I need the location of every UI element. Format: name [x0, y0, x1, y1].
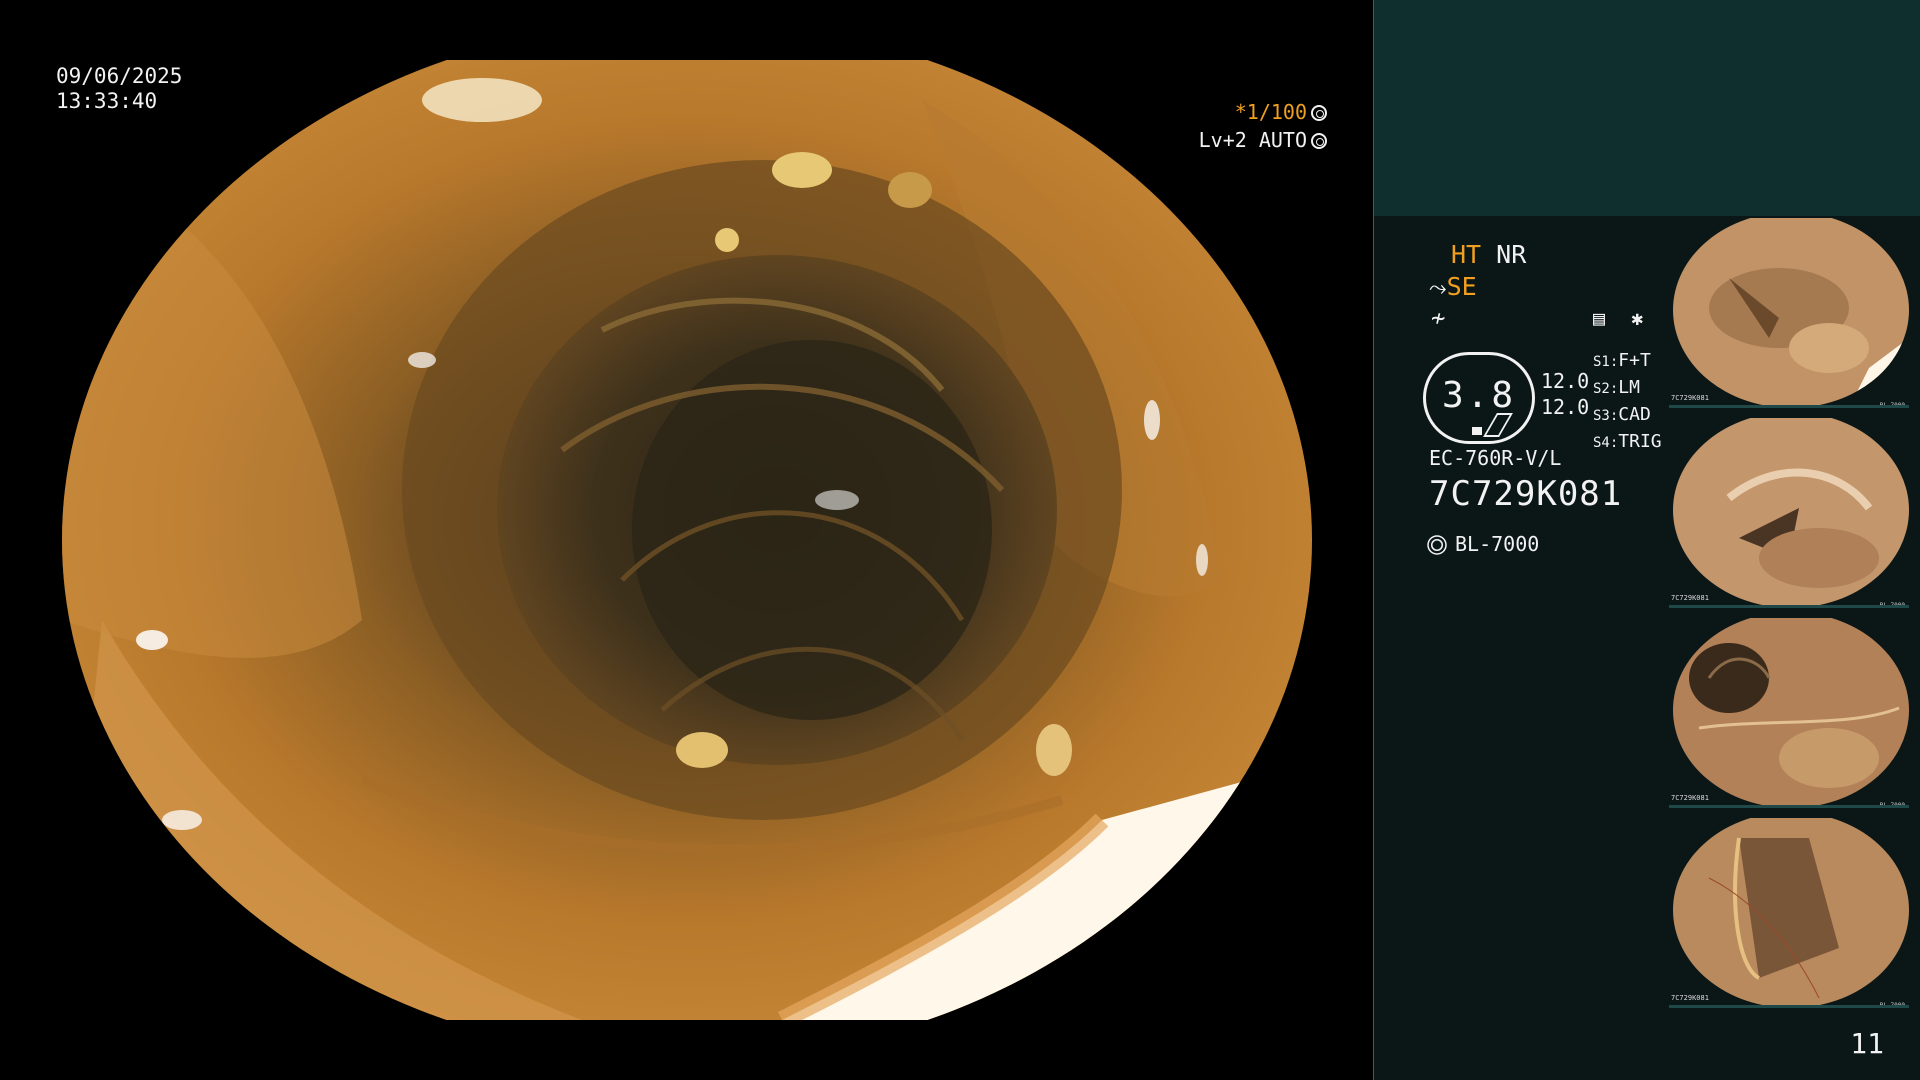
- shutter-speed: *1/100: [1234, 100, 1307, 124]
- gauge-marker: [1472, 427, 1482, 435]
- document-icon: ▤: [1593, 306, 1606, 330]
- doc-asterisk-row: ▤ ✱: [1593, 306, 1643, 330]
- ht-label: HT: [1451, 240, 1482, 269]
- enhancement-level: Lv+2 AUTO: [1198, 128, 1307, 152]
- se-label: SE: [1446, 272, 1477, 301]
- slot-s4: S4:TRIG: [1593, 431, 1662, 452]
- gauge-values: 12.0 12.0: [1541, 368, 1589, 420]
- scope-serial: 7C729K081: [1429, 474, 1623, 514]
- thumbnail-3[interactable]: 7C729K081 BL-7000: [1669, 618, 1909, 809]
- num-top: 12.0: [1541, 369, 1590, 393]
- gauge-arm: [1483, 413, 1513, 437]
- scope-model: EC-760R-V/L: [1429, 446, 1562, 470]
- nr-label: NR: [1496, 240, 1527, 269]
- endoscopic-image: [62, 60, 1312, 1020]
- scope-tip-icon: ⤳: [1429, 276, 1447, 301]
- endoscope-main-view: 09/06/2025 13:33:40 *1/100 Lv+2 AUTO: [0, 0, 1373, 1080]
- light-source: BL-7000: [1429, 532, 1539, 556]
- zoom-value: 3.8: [1441, 375, 1517, 416]
- num-bottom: 12.0: [1541, 395, 1590, 419]
- panel-header-area: [1373, 0, 1920, 216]
- shutter-wheel-icon: [1311, 105, 1327, 121]
- thumb-bar: [1669, 1005, 1909, 1008]
- zoom-gauge: 3.8: [1423, 352, 1535, 444]
- ht-nr-row: HT NR: [1451, 240, 1526, 269]
- slot-s2: S2:LM: [1593, 377, 1640, 398]
- thumbnail-4[interactable]: 7C729K081 BL-7000: [1669, 818, 1909, 1009]
- thumb-bar: [1669, 805, 1909, 808]
- asterisk-icon: ✱: [1631, 306, 1644, 330]
- thumb-bar: [1669, 605, 1909, 608]
- auto-ring-icon: [1311, 133, 1327, 149]
- panel-divider: [1373, 0, 1374, 1080]
- thumb-serial: 7C729K081: [1671, 994, 1709, 1002]
- thumbnail-1[interactable]: 7C729K081 BL-7000: [1669, 218, 1909, 409]
- status-panel: HT NR ⤳SE ≁ ▤ ✱ 3.8 12.0 12.0 S1:F+T S2:…: [1373, 0, 1920, 1080]
- thumb-bar: [1669, 405, 1909, 408]
- shutter-settings: *1/100 Lv+2 AUTO: [1199, 98, 1327, 154]
- page-number: 11: [1850, 1027, 1884, 1060]
- slot-s1: S1:F+T: [1593, 350, 1651, 371]
- thumb-serial: 7C729K081: [1671, 794, 1709, 802]
- switch-slots: S1:F+T S2:LM S3:CAD S4:TRIG: [1593, 348, 1662, 456]
- freeze-icon: ≁: [1431, 304, 1446, 332]
- thumb-serial: 7C729K081: [1671, 394, 1709, 402]
- se-row: ⤳SE: [1429, 272, 1477, 301]
- thumbnail-2[interactable]: 7C729K081 BL-7000: [1669, 418, 1909, 609]
- light-source-icon: [1431, 539, 1443, 551]
- slot-s3: S3:CAD: [1593, 404, 1651, 425]
- thumb-serial: 7C729K081: [1671, 594, 1709, 602]
- thumbnail-strip: 7C729K081 BL-7000 7C729K081 BL-7000 7C72…: [1669, 218, 1909, 1018]
- light-source-label: BL-7000: [1455, 532, 1540, 556]
